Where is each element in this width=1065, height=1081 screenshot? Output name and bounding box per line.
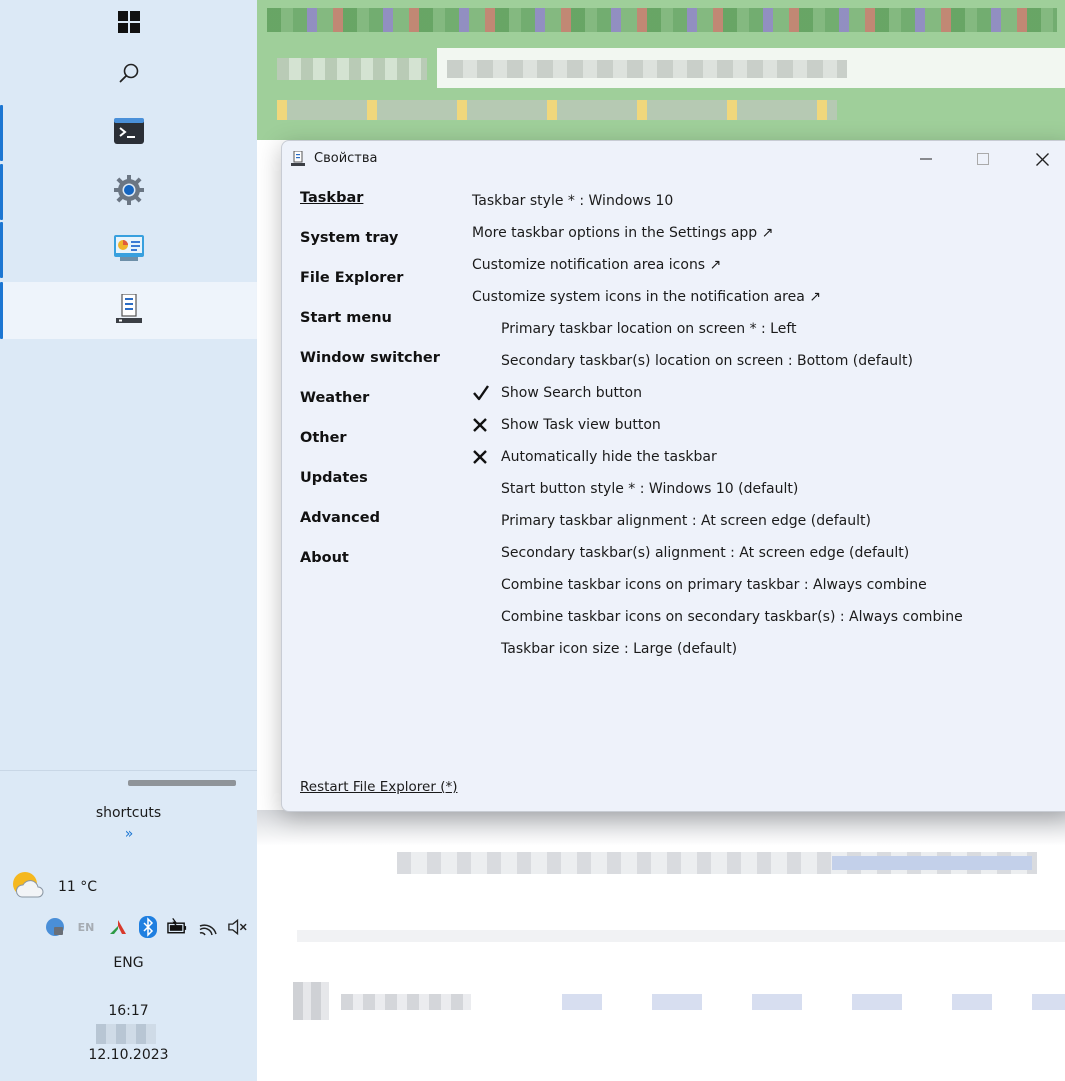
- setting-secondary-taskbar-location[interactable]: Secondary taskbar(s) location on screen …: [472, 345, 1052, 377]
- vertical-taskbar: shortcuts » 11 °C EN ENG 16:17 12.10.202…: [0, 0, 257, 1081]
- system-tray: EN: [44, 914, 248, 940]
- setting-label: Secondary taskbar(s) location on screen …: [501, 353, 913, 369]
- taskbar-scrollbar[interactable]: [128, 780, 236, 786]
- link-customize-notification-icons[interactable]: Customize notification area icons ↗: [472, 249, 1052, 281]
- running-indicator: [0, 105, 3, 161]
- setting-label: Start button style * : Windows 10 (defau…: [501, 481, 799, 497]
- setting-show-search-button[interactable]: Show Search button: [472, 377, 1052, 409]
- window-titlebar[interactable]: Свойства: [282, 141, 1065, 177]
- settings-gear-icon: [113, 175, 144, 209]
- battery-charging-icon[interactable]: [167, 917, 188, 938]
- background-app-content: [257, 810, 1065, 1081]
- cross-icon: [472, 417, 501, 433]
- taskbar-app-settings[interactable]: [0, 164, 257, 220]
- setting-start-button-style[interactable]: Start button style * : Windows 10 (defau…: [472, 473, 1052, 505]
- close-icon: [1035, 152, 1049, 166]
- taskbar-divider: [0, 770, 257, 771]
- window-title: Свойства: [314, 151, 378, 166]
- setting-label: Combine taskbar icons on secondary taskb…: [501, 609, 963, 625]
- running-indicator: [0, 282, 3, 339]
- nav-item-updates[interactable]: Updates: [300, 469, 470, 509]
- running-indicator: [0, 164, 3, 220]
- properties-window: Свойства Taskbar System tray File Explor…: [281, 140, 1065, 812]
- setting-label: Customize notification area icons ↗: [472, 257, 722, 273]
- setting-primary-taskbar-alignment[interactable]: Primary taskbar alignment : At screen ed…: [472, 505, 1052, 537]
- setting-label: Customize system icons in the notificati…: [472, 289, 821, 305]
- app-tray-icon[interactable]: [107, 917, 128, 938]
- properties-app-icon: [115, 292, 143, 328]
- nav-item-start-menu[interactable]: Start menu: [300, 309, 470, 349]
- bluetooth-icon[interactable]: [137, 916, 158, 938]
- weather-temperature: 11 °C: [58, 879, 98, 895]
- maximize-icon: [977, 153, 989, 165]
- minimize-button[interactable]: [897, 141, 955, 177]
- background-app-header: [257, 0, 1065, 140]
- shortcuts-label[interactable]: shortcuts: [0, 805, 257, 821]
- link-more-taskbar-options[interactable]: More taskbar options in the Settings app…: [472, 217, 1052, 249]
- network-globe-icon[interactable]: [44, 917, 65, 938]
- nav-item-advanced[interactable]: Advanced: [300, 509, 470, 549]
- nav-item-taskbar[interactable]: Taskbar: [300, 189, 470, 229]
- setting-label: Primary taskbar alignment : At screen ed…: [501, 513, 871, 529]
- nav-item-file-explorer[interactable]: File Explorer: [300, 269, 470, 309]
- setting-label: Taskbar icon size : Large (default): [501, 641, 738, 657]
- nav-item-other[interactable]: Other: [300, 429, 470, 469]
- cross-icon: [472, 449, 501, 465]
- setting-combine-icons-secondary[interactable]: Combine taskbar icons on secondary taskb…: [472, 601, 1052, 633]
- terminal-icon: [113, 118, 144, 148]
- setting-label: Combine taskbar icons on primary taskbar…: [501, 577, 927, 593]
- maximize-button[interactable]: [954, 141, 1012, 177]
- close-button[interactable]: [1013, 141, 1065, 177]
- weather-partly-cloudy-icon: [10, 869, 44, 905]
- setting-show-task-view-button[interactable]: Show Task view button: [472, 409, 1052, 441]
- setting-secondary-taskbar-alignment[interactable]: Secondary taskbar(s) alignment : At scre…: [472, 537, 1052, 569]
- search-icon: [118, 62, 140, 88]
- windows-logo-icon: [117, 11, 140, 37]
- search-button[interactable]: [0, 47, 257, 103]
- language-en-icon[interactable]: EN: [74, 917, 98, 938]
- setting-label: Taskbar style * : Windows 10: [472, 193, 674, 209]
- setting-label: More taskbar options in the Settings app…: [472, 225, 774, 241]
- weather-widget[interactable]: 11 °C: [10, 870, 97, 904]
- setting-auto-hide-taskbar[interactable]: Automatically hide the taskbar: [472, 441, 1052, 473]
- control-panel-icon: [113, 235, 144, 265]
- taskbar-app-control-panel[interactable]: [0, 222, 257, 278]
- clock-weekday-redacted: [96, 1024, 156, 1044]
- setting-taskbar-style[interactable]: Taskbar style * : Windows 10: [472, 185, 1052, 217]
- volume-muted-icon[interactable]: [227, 917, 248, 938]
- nav-item-weather[interactable]: Weather: [300, 389, 470, 429]
- taskbar-settings-list: Taskbar style * : Windows 10 More taskba…: [472, 185, 1052, 665]
- link-customize-system-icons[interactable]: Customize system icons in the notificati…: [472, 281, 1052, 313]
- setting-label: Automatically hide the taskbar: [501, 449, 717, 465]
- taskbar-app-properties[interactable]: [0, 282, 257, 339]
- setting-label: Show Task view button: [501, 417, 661, 433]
- nav-item-about[interactable]: About: [300, 549, 470, 589]
- start-button[interactable]: [0, 0, 257, 52]
- nav-item-system-tray[interactable]: System tray: [300, 229, 470, 269]
- properties-app-icon: [291, 150, 305, 167]
- clock-time[interactable]: 16:17: [0, 1003, 257, 1019]
- minimize-icon: [920, 158, 932, 160]
- clock-date[interactable]: 12.10.2023: [0, 1047, 257, 1063]
- setting-label: Secondary taskbar(s) alignment : At scre…: [501, 545, 910, 561]
- setting-label: Primary taskbar location on screen * : L…: [501, 321, 797, 337]
- setting-label: Show Search button: [501, 385, 642, 401]
- settings-nav: Taskbar System tray File Explorer Start …: [300, 189, 470, 589]
- setting-combine-icons-primary[interactable]: Combine taskbar icons on primary taskbar…: [472, 569, 1052, 601]
- setting-taskbar-icon-size[interactable]: Taskbar icon size : Large (default): [472, 633, 1052, 665]
- language-en-text: EN: [77, 920, 95, 934]
- input-language[interactable]: ENG: [0, 955, 257, 971]
- wifi-icon[interactable]: [197, 917, 218, 938]
- setting-primary-taskbar-location[interactable]: Primary taskbar location on screen * : L…: [472, 313, 1052, 345]
- running-indicator: [0, 222, 3, 278]
- nav-item-window-switcher[interactable]: Window switcher: [300, 349, 470, 389]
- restart-file-explorer-link[interactable]: Restart File Explorer (*): [300, 779, 457, 795]
- shortcuts-expand-chevron[interactable]: »: [0, 826, 257, 842]
- checkmark-icon: [472, 385, 501, 401]
- taskbar-app-terminal[interactable]: [0, 105, 257, 161]
